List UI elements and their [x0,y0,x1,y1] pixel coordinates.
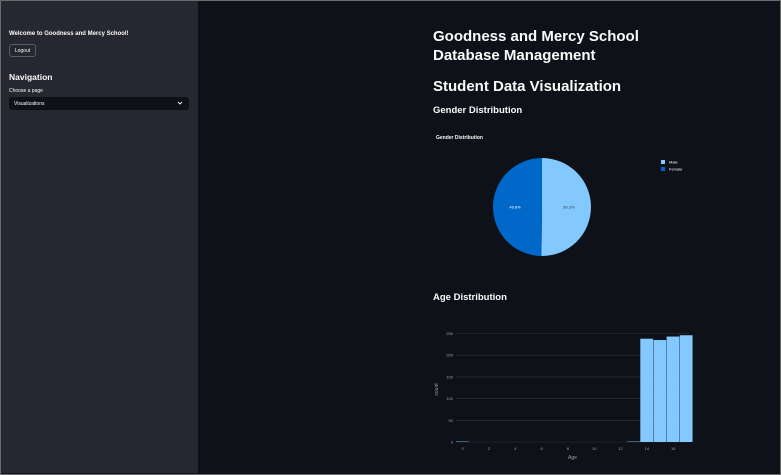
legend-label-male: Male [669,160,678,165]
page-title: Goodness and Mercy School Database Manag… [433,27,639,65]
x-tick-label: 4 [514,446,517,451]
page-title-line1: Goodness and Mercy School [433,28,639,45]
y-tick-label: 100 [446,396,453,401]
navigation-heading: Navigation [9,72,53,82]
x-tick-label: 12 [618,446,623,451]
x-tick-label: 10 [592,446,597,451]
x-tick-label: 16 [671,446,676,451]
legend-label-female: Female [669,167,683,172]
age-bar [640,338,654,442]
age-bar [679,335,693,442]
y-tick-label: 250 [446,331,453,336]
logout-button[interactable]: Logout [9,44,36,57]
page-select-label: Choose a page [9,88,43,94]
x-tick-label: 6 [540,446,543,451]
x-tick-label: 14 [645,446,650,451]
y-tick-label: 0 [451,440,454,445]
chevron-down-icon [177,101,183,105]
x-tick-label: 0 [461,446,464,451]
age-bar-chart: 0 50 100 150 200 250 0 2 4 6 8 10 12 14 16 Age count [434,331,693,461]
pie-slice-label: 50.2% [563,205,575,210]
pie-slice-label: 49.8% [509,204,521,209]
page-select[interactable]: Visualizations [9,97,189,110]
age-bar [653,340,667,442]
x-axis-label: Age [568,455,577,461]
y-tick-label: 200 [446,353,453,358]
gender-heading: Gender Distribution [433,105,523,116]
age-bar [666,336,680,442]
page-title-line2: Database Management [433,47,596,64]
x-tick-label: 8 [567,446,570,451]
page-select-value: Visualizations [14,100,45,107]
welcome-message: Welcome to Goodness and Mercy School! [9,31,129,37]
y-tick-label: 150 [446,374,453,379]
gender-pie-chart: 50.2% 49.8% Male Female [493,158,683,256]
section-title: Student Data Visualization [433,78,622,95]
age-heading: Age Distribution [433,292,507,303]
legend-swatch-male [661,160,665,164]
y-tick-label: 50 [449,418,454,423]
x-tick-label: 2 [488,446,491,451]
y-axis-label: count [434,383,440,396]
legend-swatch-female [661,167,665,171]
